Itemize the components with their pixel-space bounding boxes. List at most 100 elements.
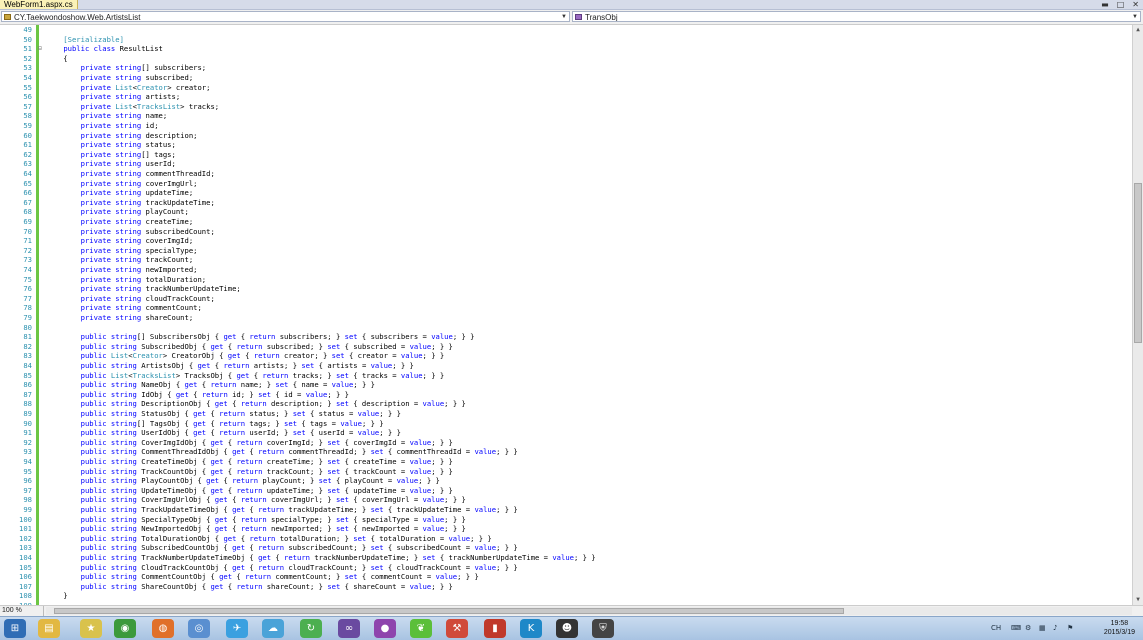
red-tool-icon[interactable]: ⚒ <box>446 619 468 638</box>
code-line[interactable]: 77 private string cloudTrackCount; <box>0 294 1132 304</box>
code-line[interactable]: 49 <box>0 25 1132 35</box>
start-orb-icon[interactable]: ⊞ <box>4 619 26 638</box>
code-line[interactable]: 90 public string[] TagsObj { get { retur… <box>0 419 1132 429</box>
class-dropdown[interactable]: CY.Taekwondoshow.Web.ArtistsList ▼ <box>1 11 570 22</box>
input-language[interactable]: CH <box>991 624 1001 632</box>
code-line[interactable]: 100 public string SpecialTypeObj { get {… <box>0 515 1132 525</box>
code-line[interactable]: 51 ⊟ public class ResultList <box>0 44 1132 54</box>
code-line[interactable]: 105 public string CloudTrackCountObj { g… <box>0 563 1132 573</box>
code-line[interactable]: 93 public string CommentThreadIdObj { ge… <box>0 447 1132 457</box>
code-line[interactable]: 68 private string playCount; <box>0 207 1132 217</box>
code-line[interactable]: 104 public string TrackNumberUpdateTimeO… <box>0 553 1132 563</box>
settings-icon[interactable]: ⚙ <box>1025 624 1031 632</box>
cloud-sync-icon[interactable]: ☁ <box>262 619 284 638</box>
code-line[interactable]: 67 private string trackUpdateTime; <box>0 198 1132 208</box>
code-line[interactable]: 62 private string[] tags; <box>0 150 1132 160</box>
purple-orb-icon[interactable]: ● <box>374 619 396 638</box>
keyboard-icon[interactable]: ⌨ <box>1011 624 1021 632</box>
code-line[interactable]: 54 private string subscribed; <box>0 73 1132 83</box>
zoom-level[interactable]: 100 % <box>0 606 44 616</box>
code-line[interactable]: 94 public string CreateTimeObj { get { r… <box>0 457 1132 467</box>
firefox-icon[interactable]: ◍ <box>152 619 174 638</box>
horizontal-scrollbar[interactable] <box>46 607 1132 615</box>
scroll-up-icon[interactable]: ▲ <box>1133 25 1143 35</box>
browser-globe-icon[interactable]: ◎ <box>188 619 210 638</box>
chevron-down-icon[interactable]: ▼ <box>1131 13 1139 21</box>
code-line[interactable]: 98 public string CoverImgUrlObj { get { … <box>0 495 1132 505</box>
code-line[interactable]: 70 private string subscribedCount; <box>0 227 1132 237</box>
clock[interactable]: 19:58 2015/3/19 <box>1104 619 1135 637</box>
scroll-down-icon[interactable]: ▼ <box>1133 595 1143 605</box>
code-line[interactable]: 59 private string id; <box>0 121 1132 131</box>
minimize-icon[interactable]: ▬ <box>1101 0 1109 9</box>
code-line[interactable]: 55 private List<Creator> creator; <box>0 83 1132 93</box>
code-line[interactable]: 72 private string specialType; <box>0 246 1132 256</box>
code-line[interactable]: 64 private string commentThreadId; <box>0 169 1132 179</box>
code-line[interactable]: 106 public string CommentCountObj { get … <box>0 572 1132 582</box>
maximize-icon[interactable]: □ <box>1117 0 1125 9</box>
code-line[interactable]: 107 public string ShareCountObj { get { … <box>0 582 1132 592</box>
code-line[interactable]: 57 private List<TracksList> tracks; <box>0 102 1132 112</box>
code-line[interactable]: 50 [Serializable] <box>0 35 1132 45</box>
code-line[interactable]: 79 private string shareCount; <box>0 313 1132 323</box>
code-line[interactable]: 81 public string[] SubscribersObj { get … <box>0 332 1132 342</box>
code-line[interactable]: 91 public string UserIdObj { get { retur… <box>0 428 1132 438</box>
collapse-icon[interactable]: ⊟ <box>36 44 44 54</box>
code-line[interactable]: 101 public string NewImportedObj { get {… <box>0 524 1132 534</box>
code-line[interactable]: 97 public string UpdateTimeObj { get { r… <box>0 486 1132 496</box>
file-explorer-icon[interactable]: ▤ <box>38 619 60 638</box>
code-line[interactable]: 52 { <box>0 54 1132 64</box>
document-tab[interactable]: WebForm1.aspx.cs <box>0 0 78 9</box>
chevron-down-icon[interactable]: ▼ <box>560 13 568 21</box>
code-line[interactable]: 75 private string totalDuration; <box>0 275 1132 285</box>
code-line[interactable]: 58 private string name; <box>0 111 1132 121</box>
code-line[interactable]: 76 private string trackNumberUpdateTime; <box>0 284 1132 294</box>
code-line[interactable]: 53 private string[] subscribers; <box>0 63 1132 73</box>
code-line[interactable]: 108 } <box>0 591 1132 601</box>
red-book-icon[interactable]: ▮ <box>484 619 506 638</box>
code-line[interactable]: 88 public string DescriptionObj { get { … <box>0 399 1132 409</box>
horizontal-scroll-thumb[interactable] <box>54 608 844 614</box>
bird-app-icon[interactable]: ✈ <box>226 619 248 638</box>
code-line[interactable]: 89 public string StatusObj { get { retur… <box>0 409 1132 419</box>
code-line[interactable]: 102 public string TotalDurationObj { get… <box>0 534 1132 544</box>
close-icon[interactable]: ✕ <box>1132 0 1139 9</box>
code-editor[interactable]: 49 50 [Serializable] 51 ⊟ public class Resu… <box>0 25 1132 605</box>
code-line[interactable]: 83 public List<Creator> CreatorObj { get… <box>0 351 1132 361</box>
code-line[interactable]: 82 public string SubscribedObj { get { r… <box>0 342 1132 352</box>
code-line[interactable]: 63 private string userId; <box>0 159 1132 169</box>
k-app-icon[interactable]: K <box>520 619 542 638</box>
code-line[interactable]: 84 public string ArtistsObj { get { retu… <box>0 361 1132 371</box>
green-refresh-icon[interactable]: ↻ <box>300 619 322 638</box>
volume-icon[interactable]: ♪ <box>1053 624 1057 632</box>
code-line[interactable]: 92 public string CoverImgIdObj { get { r… <box>0 438 1132 448</box>
code-line[interactable]: 78 private string commentCount; <box>0 303 1132 313</box>
code-line[interactable]: 60 private string description; <box>0 131 1132 141</box>
network-icon[interactable]: ▦ <box>1039 624 1046 632</box>
visual-studio-icon[interactable]: ∞ <box>338 619 360 638</box>
code-line[interactable]: 87 public string IdObj { get { return id… <box>0 390 1132 400</box>
code-line[interactable]: 66 private string updateTime; <box>0 188 1132 198</box>
code-line[interactable]: 86 public string NameObj { get { return … <box>0 380 1132 390</box>
code-line[interactable]: 71 private string coverImgId; <box>0 236 1132 246</box>
app-cat-icon[interactable]: ★ <box>80 619 102 638</box>
green-leaf-icon[interactable]: ❦ <box>410 619 432 638</box>
code-line[interactable]: 61 private string status; <box>0 140 1132 150</box>
vertical-scrollbar[interactable]: ▲ ▼ <box>1132 25 1143 605</box>
code-line[interactable]: 99 public string TrackUpdateTimeObj { ge… <box>0 505 1132 515</box>
code-line[interactable]: 103 public string SubscribedCountObj { g… <box>0 543 1132 553</box>
code-line[interactable]: 73 private string trackCount; <box>0 255 1132 265</box>
lock-app-icon[interactable]: ⛨ <box>592 619 614 638</box>
code-line[interactable]: 56 private string artists; <box>0 92 1132 102</box>
code-line[interactable]: 69 private string createTime; <box>0 217 1132 227</box>
code-line[interactable]: 96 public string PlayCountObj { get { re… <box>0 476 1132 486</box>
vertical-scroll-thumb[interactable] <box>1134 183 1142 343</box>
code-line[interactable]: 65 private string coverImgUrl; <box>0 179 1132 189</box>
flag-icon[interactable]: ⚑ <box>1067 624 1073 632</box>
qq-penguin-icon[interactable]: ☻ <box>556 619 578 638</box>
code-line[interactable]: 80 <box>0 323 1132 333</box>
code-line[interactable]: 74 private string newImported; <box>0 265 1132 275</box>
chrome-icon[interactable]: ◉ <box>114 619 136 638</box>
member-dropdown[interactable]: TransObj ▼ <box>572 11 1141 22</box>
code-line[interactable]: 85 public List<TracksList> TracksObj { g… <box>0 371 1132 381</box>
